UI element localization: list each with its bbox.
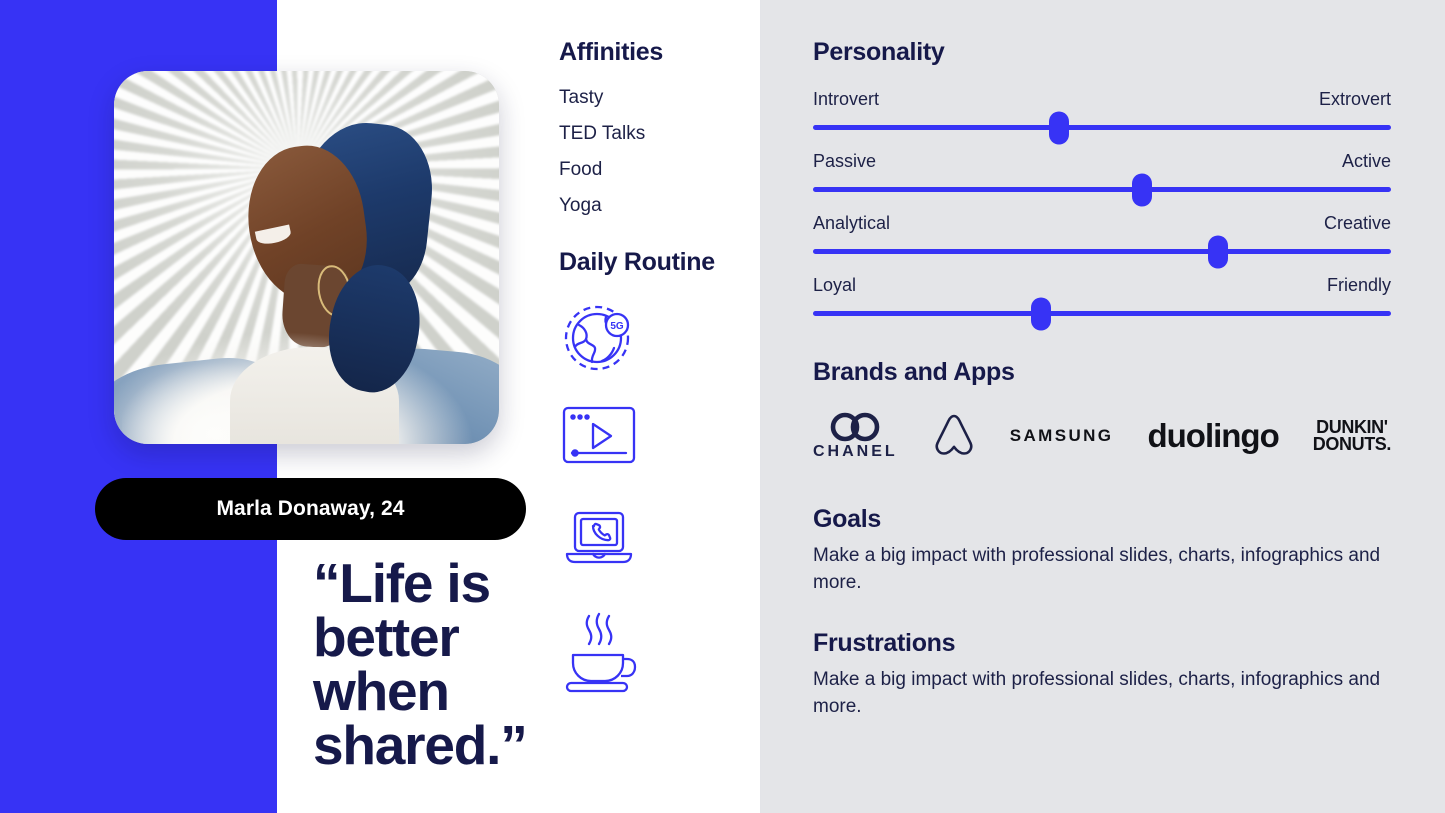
slider-left-label: Passive — [813, 151, 877, 171]
slider-thumb[interactable] — [1132, 173, 1153, 206]
slider-left-label: Analytical — [813, 213, 891, 233]
slider-left-label: Introvert — [813, 89, 880, 109]
persona-quote: “Life is better when shared.” — [313, 552, 528, 776]
daily-routine-title: Daily Routine — [559, 248, 715, 276]
list-item: Yoga — [559, 195, 602, 216]
daily-routine-icons: 5G — [559, 298, 639, 714]
personality-title: Personality — [813, 38, 945, 66]
slider-thumb[interactable] — [1207, 235, 1228, 268]
slider-analytical-creative[interactable]: Analytical Creative — [813, 212, 1391, 274]
persona-name-badge: Marla Donaway, 24 — [95, 478, 526, 540]
slider-right-label: Creative — [1323, 213, 1391, 233]
slider-right-label: Active — [1341, 151, 1391, 171]
slider-loyal-friendly[interactable]: Loyal Friendly — [813, 274, 1391, 336]
profile-photo-image — [114, 71, 499, 444]
video-player-icon — [559, 402, 639, 506]
chanel-wordmark: CHANEL — [813, 442, 898, 460]
slider-thumb[interactable] — [1031, 297, 1052, 330]
slider-right-label: Friendly — [1326, 275, 1391, 295]
brands-logo-row: CHANEL SAMSUNG duolingo DUNKIN' DONUTS. — [813, 405, 1391, 467]
list-item: Food — [559, 159, 603, 180]
list-item: Tasty — [559, 87, 604, 108]
coffee-cup-icon — [559, 610, 639, 714]
airbnb-logo — [932, 412, 976, 460]
frustrations-body: Make a big impact with professional slid… — [813, 669, 1381, 717]
dunkin-wordmark-line2: DONUTS. — [1312, 434, 1392, 454]
laptop-call-icon — [559, 506, 639, 610]
brands-title: Brands and Apps — [813, 358, 1015, 386]
svg-text:5G: 5G — [610, 321, 624, 332]
slider-passive-active[interactable]: Passive Active — [813, 150, 1391, 212]
profile-photo — [114, 71, 499, 444]
affinities-list: Tasty TED Talks Food Yoga — [559, 80, 645, 224]
globe-5g-icon: 5G — [559, 298, 639, 402]
list-item: TED Talks — [559, 123, 646, 144]
goals-title: Goals — [813, 505, 881, 533]
frustrations-title: Frustrations — [813, 629, 956, 657]
persona-slide: Marla Donaway, 24 “Life is better when s… — [0, 0, 1445, 813]
slider-track[interactable] — [813, 111, 1391, 144]
slider-right-label: Extrovert — [1318, 89, 1391, 109]
samsung-wordmark: SAMSUNG — [1009, 426, 1114, 445]
affinities-title: Affinities — [559, 38, 663, 66]
slider-track[interactable] — [813, 235, 1391, 268]
slider-thumb[interactable] — [1048, 111, 1069, 144]
duolingo-wordmark: duolingo — [1147, 417, 1279, 454]
samsung-logo: SAMSUNG — [1010, 426, 1114, 446]
slider-track[interactable] — [813, 173, 1391, 206]
slider-track[interactable] — [813, 297, 1391, 330]
slider-introvert-extrovert[interactable]: Introvert Extrovert — [813, 88, 1391, 150]
goals-body: Make a big impact with professional slid… — [813, 545, 1381, 593]
middle-column: Affinities Tasty TED Talks Food Yoga Dai… — [559, 0, 749, 813]
dunkin-donuts-logo: DUNKIN' DONUTS. — [1312, 418, 1392, 454]
persona-name-label: Marla Donaway, 24 — [216, 497, 405, 520]
personality-sliders: Introvert Extrovert Passive Active Analy… — [813, 88, 1391, 336]
duolingo-logo: duolingo — [1147, 417, 1279, 455]
slider-left-label: Loyal — [813, 275, 857, 295]
chanel-logo: CHANEL — [813, 412, 898, 461]
